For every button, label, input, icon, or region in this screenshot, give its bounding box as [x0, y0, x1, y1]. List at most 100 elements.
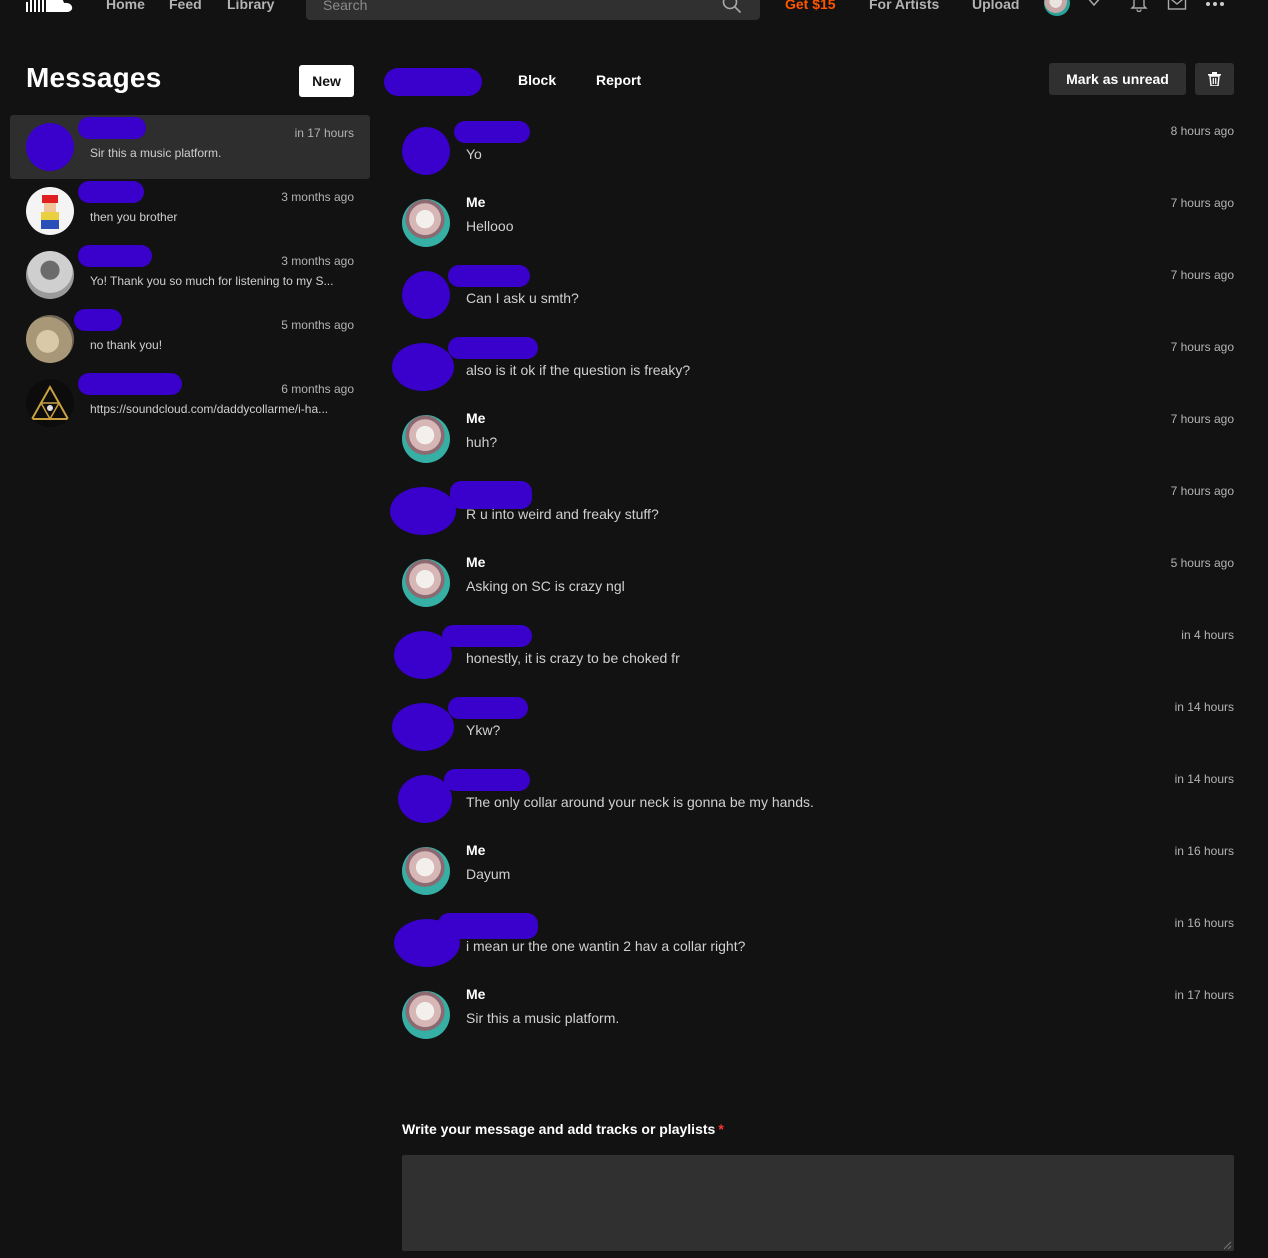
message-time: 7 hours ago [1170, 196, 1234, 210]
redacted-name [74, 309, 122, 331]
soundcloud-logo[interactable] [24, 0, 74, 14]
block-button[interactable]: Block [518, 72, 556, 88]
nav-home[interactable]: Home [106, 0, 145, 12]
message: Ykw? in 14 hours [390, 691, 1240, 755]
message: i mean ur the one wantin 2 hav a collar … [390, 907, 1240, 971]
conversation-time: 5 months ago [281, 318, 354, 332]
avatar [402, 199, 450, 247]
message-sender: Me [466, 842, 486, 858]
message-time: 7 hours ago [1170, 484, 1234, 498]
conversation-item[interactable]: 6 months ago https://soundcloud.com/dadd… [10, 371, 370, 435]
nav-library[interactable]: Library [227, 0, 274, 12]
avatar [26, 315, 74, 363]
mark-as-unread-button[interactable]: Mark as unread [1049, 63, 1186, 95]
message-time: 7 hours ago [1170, 340, 1234, 354]
message-time: in 16 hours [1174, 916, 1234, 930]
message: also is it ok if the question is freaky?… [390, 331, 1240, 395]
message-text: Dayum [466, 866, 511, 882]
message-text: Hellooo [466, 218, 514, 234]
message: Me Dayum in 16 hours [390, 835, 1240, 899]
avatar [26, 187, 74, 235]
avatar [402, 127, 450, 175]
avatar [392, 703, 454, 751]
conversation-item[interactable]: 3 months ago Yo! Thank you so much for l… [10, 243, 370, 307]
message: Can I ask u smth? 7 hours ago [390, 259, 1240, 323]
message: R u into weird and freaky stuff? 7 hours… [390, 475, 1240, 539]
message-sender: Me [466, 554, 486, 570]
nav-for-artists[interactable]: For Artists [869, 0, 939, 12]
nav-feed[interactable]: Feed [169, 0, 202, 12]
avatar [26, 251, 74, 299]
conversation-time: 3 months ago [281, 254, 354, 268]
more-icon[interactable] [1205, 0, 1225, 12]
avatar [26, 123, 74, 171]
message-input[interactable] [402, 1155, 1234, 1251]
message-text: Yo [466, 146, 482, 162]
search-input[interactable]: Search [306, 0, 760, 20]
message-text: huh? [466, 434, 498, 450]
message: honestly, it is crazy to be choked fr in… [390, 619, 1240, 683]
avatar [402, 991, 450, 1039]
message-time: in 14 hours [1174, 700, 1234, 714]
user-avatar[interactable] [1044, 0, 1070, 16]
nav-upload[interactable]: Upload [972, 0, 1019, 12]
message-sender: Me [466, 986, 486, 1002]
mail-icon[interactable] [1167, 0, 1187, 12]
search-icon[interactable] [722, 0, 742, 14]
redacted-name [78, 373, 182, 395]
required-mark: * [718, 1121, 724, 1137]
message-time: in 14 hours [1174, 772, 1234, 786]
redacted-name [438, 913, 538, 939]
message-text: Ykw? [466, 722, 501, 738]
avatar [402, 847, 450, 895]
new-message-button[interactable]: New [299, 65, 354, 97]
top-nav: Home Feed Library Search Get $15 For Art… [0, 0, 1268, 22]
redacted-name [442, 625, 532, 647]
delete-button[interactable] [1195, 63, 1234, 95]
message: Me Sir this a music platform. in 17 hour… [390, 979, 1240, 1043]
search-placeholder: Search [323, 0, 368, 13]
redacted-name [78, 245, 152, 267]
message-text: also is it ok if the question is freaky? [466, 362, 691, 378]
message: Me huh? 7 hours ago [390, 403, 1240, 467]
message: The only collar around your neck is gonn… [390, 763, 1240, 827]
chevron-down-icon[interactable] [1084, 0, 1104, 12]
avatar [402, 271, 450, 319]
conversation-preview: https://soundcloud.com/daddycollarme/i-h… [90, 402, 329, 416]
message-sender: Me [466, 410, 486, 426]
message-sender: Me [466, 194, 486, 210]
redacted-name [444, 769, 530, 791]
message-text: R u into weird and freaky stuff? [466, 506, 659, 522]
report-button[interactable]: Report [596, 72, 641, 88]
avatar [26, 379, 74, 427]
conversation-time: 3 months ago [281, 190, 354, 204]
redacted-name [78, 117, 146, 139]
conversation-time: 6 months ago [281, 382, 354, 396]
message-time: in 4 hours [1181, 628, 1234, 642]
message-time: in 17 hours [1174, 988, 1234, 1002]
redacted-name [78, 181, 144, 203]
redacted-name [448, 337, 538, 359]
conversation-preview: Yo! Thank you so much for listening to m… [90, 274, 334, 288]
message-text: The only collar around your neck is gonn… [466, 794, 814, 810]
conversation-item[interactable]: in 17 hours Sir this a music platform. [10, 115, 370, 179]
avatar [402, 415, 450, 463]
redacted-thread-name[interactable] [384, 68, 482, 96]
message: Me Asking on SC is crazy ngl 5 hours ago [390, 547, 1240, 611]
conversation-item[interactable]: 3 months ago then you brother [10, 179, 370, 243]
resize-handle-icon[interactable] [1222, 1240, 1232, 1250]
page-title: Messages [26, 62, 162, 93]
nav-promo[interactable]: Get $15 [785, 0, 836, 12]
redacted-name [454, 121, 530, 143]
message: Yo 8 hours ago [390, 115, 1240, 179]
avatar [392, 343, 454, 391]
message-time: 8 hours ago [1170, 124, 1234, 138]
composer-label-text: Write your message and add tracks or pla… [402, 1121, 716, 1137]
message-text: Asking on SC is crazy ngl [466, 578, 625, 594]
bell-icon[interactable] [1129, 0, 1149, 12]
conversation-time: in 17 hours [294, 126, 354, 140]
conversation-item[interactable]: 5 months ago no thank you! [10, 307, 370, 371]
composer-label: Write your message and add tracks or pla… [402, 1121, 724, 1137]
avatar [402, 559, 450, 607]
redacted-name [450, 481, 532, 509]
